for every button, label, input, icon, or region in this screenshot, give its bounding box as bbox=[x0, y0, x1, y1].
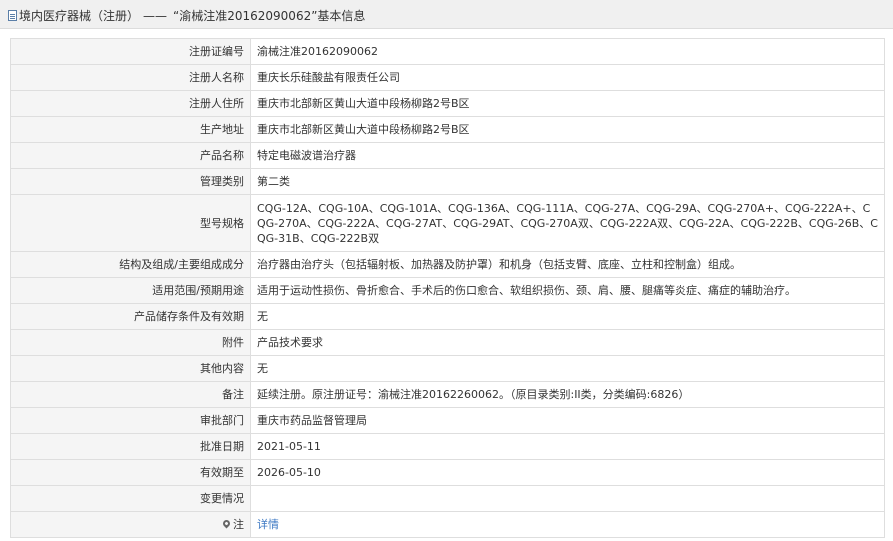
table-row: 其他内容无 bbox=[10, 355, 885, 382]
row-label: 结构及组成/主要组成成分 bbox=[10, 251, 251, 278]
table-row: 变更情况 bbox=[10, 485, 885, 512]
row-label: 生产地址 bbox=[10, 116, 251, 143]
table-row: 注册人名称 重庆长乐硅酸盐有限责任公司 bbox=[10, 64, 885, 91]
table-row: 有效期至 2026-05-10 bbox=[10, 459, 885, 486]
table-row: 产品名称 特定电磁波谱治疗器 bbox=[10, 142, 885, 169]
note-label: 注 bbox=[233, 518, 244, 531]
row-value: 产品技术要求 bbox=[250, 329, 885, 356]
row-label: 批准日期 bbox=[10, 433, 251, 460]
row-label: 备注 bbox=[10, 381, 251, 408]
row-value: CQG-12A、CQG-10A、CQG-101A、CQG-136A、CQG-11… bbox=[250, 194, 885, 252]
row-value: 治疗器由治疗头（包括辐射板、加热器及防护罩）和机身（包括支臂、底座、立柱和控制盒… bbox=[250, 251, 885, 278]
table-row: 注册人住所 重庆市北部新区黄山大道中段杨柳路2号B区 bbox=[10, 90, 885, 117]
row-label: 变更情况 bbox=[10, 485, 251, 512]
row-value: 渝械注准20162090062 bbox=[250, 38, 885, 65]
breadcrumb-category[interactable]: 境内医疗器械（注册） bbox=[19, 7, 139, 24]
row-label: 有效期至 bbox=[10, 459, 251, 486]
table-row: 产品储存条件及有效期无 bbox=[10, 303, 885, 330]
details-link[interactable]: 详情 bbox=[257, 518, 279, 531]
row-label: 其他内容 bbox=[10, 355, 251, 382]
table-row: 结构及组成/主要组成成分 治疗器由治疗头（包括辐射板、加热器及防护罩）和机身（包括… bbox=[10, 251, 885, 278]
row-value: 重庆市北部新区黄山大道中段杨柳路2号B区 bbox=[250, 116, 885, 143]
row-value: 2021-05-11 bbox=[250, 433, 885, 460]
table-row: 备注 延续注册。原注册证号：渝械注准20162260062。（原目录类别:II类，… bbox=[10, 381, 885, 408]
table-row-note: 注 详情 bbox=[10, 511, 885, 538]
row-label: 注册证编号 bbox=[10, 38, 251, 65]
table-row: 型号规格 CQG-12A、CQG-10A、CQG-101A、CQG-136A、CQ… bbox=[10, 194, 885, 252]
row-value: 2026-05-10 bbox=[250, 459, 885, 486]
row-value: 重庆长乐硅酸盐有限责任公司 bbox=[250, 64, 885, 91]
pin-icon bbox=[221, 518, 232, 529]
row-value: 第二类 bbox=[250, 168, 885, 195]
row-label: 管理类别 bbox=[10, 168, 251, 195]
table-row: 附件 产品技术要求 bbox=[10, 329, 885, 356]
table-row: 批准日期 2021-05-11 bbox=[10, 433, 885, 460]
table-row: 注册证编号 渝械注准20162090062 bbox=[10, 38, 885, 65]
table-row: 生产地址 重庆市北部新区黄山大道中段杨柳路2号B区 bbox=[10, 116, 885, 143]
row-value: 无 bbox=[250, 303, 885, 330]
row-label: 产品名称 bbox=[10, 142, 251, 169]
page-title: “渝械注准20162090062”基本信息 bbox=[173, 9, 366, 23]
registration-info-table: 注册证编号 渝械注准20162090062 注册人名称 重庆长乐硅酸盐有限责任公司 注册… bbox=[10, 38, 885, 538]
row-value: 延续注册。原注册证号：渝械注准20162260062。（原目录类别:II类，分类… bbox=[250, 381, 885, 408]
row-label: 产品储存条件及有效期 bbox=[10, 303, 251, 330]
row-value: 无 bbox=[250, 355, 885, 382]
row-value: 重庆市北部新区黄山大道中段杨柳路2号B区 bbox=[250, 90, 885, 117]
breadcrumb-separator: —— bbox=[143, 8, 168, 23]
document-icon bbox=[8, 10, 17, 21]
row-label: 型号规格 bbox=[10, 194, 251, 252]
row-value: 详情 bbox=[250, 511, 885, 538]
row-value bbox=[250, 485, 885, 512]
breadcrumb: 境内医疗器械（注册） —— “渝械注准20162090062”基本信息 bbox=[8, 7, 365, 24]
row-value: 适用于运动性损伤、骨折愈合、手术后的伤口愈合、软组织损伤、颈、肩、腰、腿痛等炎症… bbox=[250, 277, 885, 304]
row-label: 附件 bbox=[10, 329, 251, 356]
row-value: 重庆市药品监督管理局 bbox=[250, 407, 885, 434]
row-label: 注册人名称 bbox=[10, 64, 251, 91]
table-row: 审批部门 重庆市药品监督管理局 bbox=[10, 407, 885, 434]
row-value: 特定电磁波谱治疗器 bbox=[250, 142, 885, 169]
row-label: 审批部门 bbox=[10, 407, 251, 434]
row-label: 注 bbox=[10, 511, 251, 538]
table-row: 适用范围/预期用途 适用于运动性损伤、骨折愈合、手术后的伤口愈合、软组织损伤、颈、… bbox=[10, 277, 885, 304]
table-row: 管理类别 第二类 bbox=[10, 168, 885, 195]
page-header: 境内医疗器械（注册） —— “渝械注准20162090062”基本信息 bbox=[0, 0, 893, 29]
row-label: 注册人住所 bbox=[10, 90, 251, 117]
row-label: 适用范围/预期用途 bbox=[10, 277, 251, 304]
